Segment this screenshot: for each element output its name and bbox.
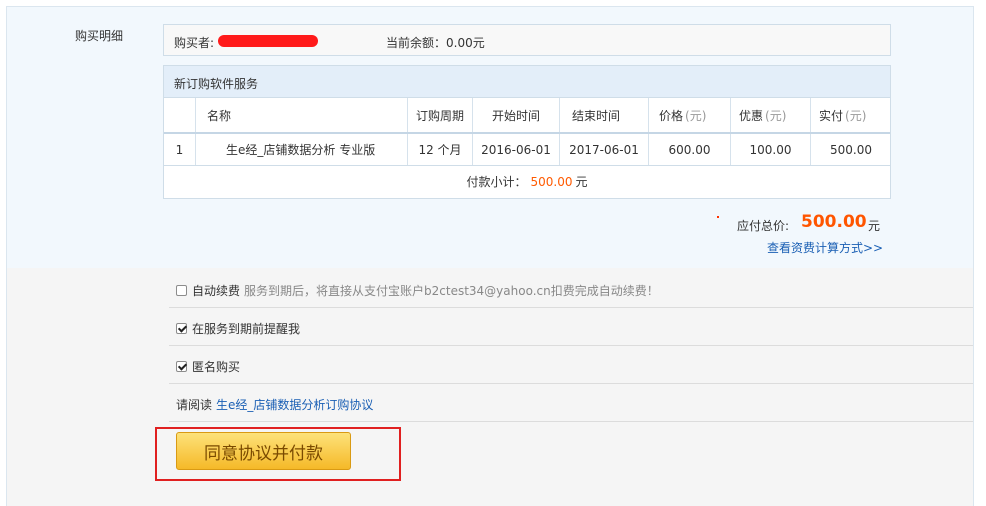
row-discount: 100.00 [730,134,810,165]
buyer-info-box: 购买者: 当前余额：0.00元 [163,24,891,56]
auto-renew-label: 自动续费 [192,284,241,298]
row-start: 2016-06-01 [472,134,559,165]
anonymous-label: 匿名购买 [192,360,241,374]
agreement-link[interactable]: 生e经_店铺数据分析订购协议 [216,396,373,413]
remind-row: 在服务到期前提醒我 [169,308,973,346]
table-row: 1 生e经_店铺数据分析 专业版 12 个月 2016-06-01 2017-0… [164,134,890,166]
row-index: 1 [175,142,184,157]
row-name: 生e经_店铺数据分析 专业版 [195,134,407,165]
auto-renew-checkbox[interactable] [176,285,187,296]
order-table-title: 新订购软件服务 [164,66,890,98]
header-period: 订购周期 [407,98,472,132]
agreement-prefix: 请阅读 [176,398,213,412]
header-price: 价格 (元) [648,98,730,132]
header-index [164,98,195,132]
row-period: 12 个月 [407,134,472,165]
subtotal-row: 付款小计： 500.00 元 [164,166,890,197]
header-paid: 实付 (元) [810,98,891,132]
agree-and-pay-button[interactable]: 同意协议并付款 [176,432,351,470]
buyer-label: 购买者: [174,36,215,50]
subtotal-unit: 元 [575,175,588,189]
auto-renew-row: 自动续费 服务到期后，将直接从支付宝账户b2ctest34@yahoo.cn扣费… [169,270,973,308]
row-end: 2017-06-01 [559,134,648,165]
header-start: 开始时间 [472,98,559,132]
section-label: 购买明细 [75,29,124,43]
anonymous-row: 匿名购买 [169,346,973,384]
order-table: 新订购软件服务 名称 订购周期 开始时间 结束时间 价格 (元) 优惠 (元) 实付… [163,65,891,199]
total-amount: 500.00 [801,212,867,232]
row-price: 600.00 [648,134,730,165]
subtotal-value: 500.00 [530,174,573,189]
anonymous-checkbox[interactable] [176,361,187,372]
order-title-text: 新订购软件服务 [174,77,259,91]
remind-checkbox[interactable] [176,323,187,334]
current-balance: 当前余额：0.00元 [386,36,485,50]
total-unit: 元 [868,219,881,233]
total-label: 应付总价: [737,219,790,233]
header-discount: 优惠 (元) [730,98,810,132]
header-end: 结束时间 [559,98,648,132]
row-paid: 500.00 [810,134,891,165]
required-dot [717,216,719,218]
remind-label: 在服务到期前提醒我 [192,322,301,336]
order-table-header: 名称 订购周期 开始时间 结束时间 价格 (元) 优惠 (元) 实付 (元) [164,98,890,134]
subtotal-label: 付款小计： [466,175,527,189]
buyer-name-redaction [218,35,318,47]
agreement-row: 请阅读 生e经_店铺数据分析订购协议 [169,384,973,422]
auto-renew-hint: 服务到期后，将直接从支付宝账户b2ctest34@yahoo.cn扣费完成自动续… [244,284,659,298]
header-name: 名称 [195,98,407,132]
fee-calculation-link[interactable]: 查看资费计算方式>> [767,239,883,256]
